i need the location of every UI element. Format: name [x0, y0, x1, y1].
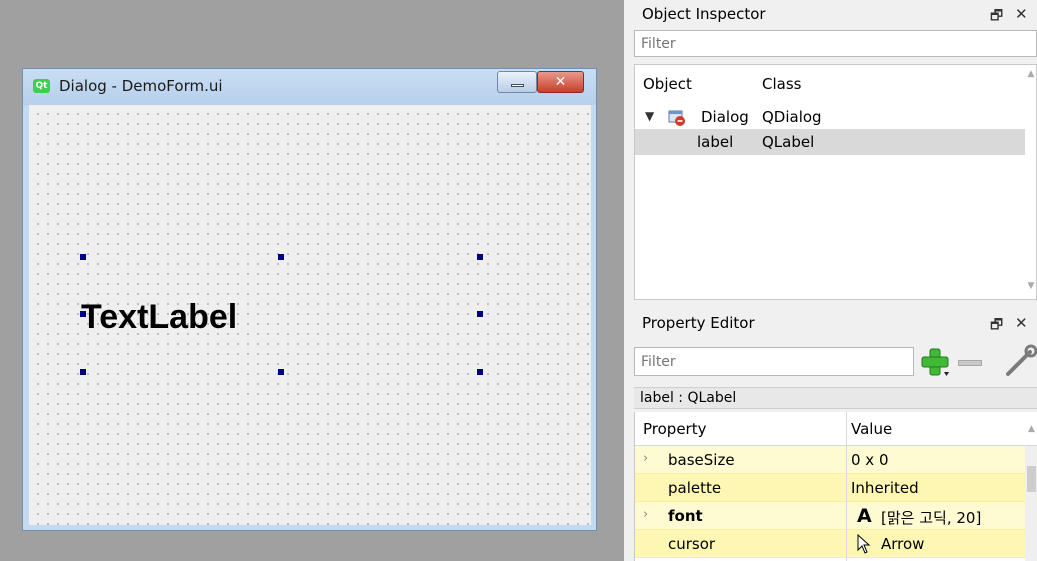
remove-property-icon[interactable]: [958, 360, 982, 366]
dialog-icon: [668, 110, 685, 126]
minimize-button[interactable]: [497, 71, 537, 93]
configure-icon[interactable]: [1004, 344, 1037, 378]
scroll-up-icon[interactable]: ▲: [1025, 424, 1037, 434]
dialog-titlebar[interactable]: Qt Dialog - DemoForm.ui ✕: [23, 69, 596, 105]
close-icon[interactable]: ✕: [1015, 5, 1028, 23]
chevron-right-icon[interactable]: ›: [643, 451, 648, 466]
resize-handle-left[interactable]: [80, 311, 86, 317]
scroll-down-icon[interactable]: ▼: [1025, 281, 1037, 291]
property-name: cursor: [668, 535, 716, 553]
close-icon[interactable]: ✕: [1015, 314, 1028, 332]
property-editor-object-name: label : QLabel: [634, 387, 1037, 409]
property-value[interactable]: [맑은 고딕, 20]: [881, 507, 981, 528]
tree-object-dialog[interactable]: Dialog: [701, 108, 749, 126]
property-value[interactable]: Inherited: [851, 479, 919, 497]
property-row-font[interactable]: › font A [맑은 고딕, 20]: [635, 502, 1025, 530]
resize-handle-bottom[interactable]: [278, 369, 284, 375]
chevron-right-icon[interactable]: ›: [643, 507, 648, 522]
resize-handle-top-right[interactable]: [477, 254, 483, 260]
close-button[interactable]: ✕: [537, 71, 584, 93]
tree-object-label: label: [697, 133, 734, 151]
float-icon[interactable]: 🗗: [990, 5, 1003, 29]
scroll-up-icon[interactable]: ▲: [1025, 69, 1037, 79]
resize-handle-right[interactable]: [477, 311, 483, 317]
property-filter-input[interactable]: [634, 347, 914, 376]
arrow-cursor-icon: [857, 534, 871, 554]
tree-class-label: QLabel: [762, 133, 815, 151]
property-table-header: Property Value: [635, 412, 1037, 446]
column-divider[interactable]: [846, 412, 847, 561]
font-icon: A: [857, 505, 872, 527]
add-property-icon[interactable]: [920, 347, 950, 377]
column-header-property[interactable]: Property: [643, 420, 706, 438]
resize-handle-bottom-left[interactable]: [80, 369, 86, 375]
object-inspector-filter-input[interactable]: [634, 30, 1037, 57]
object-inspector-title: Object Inspector: [642, 5, 766, 23]
right-dock-area: Object Inspector 🗗 ✕ Object Class ▼ Dial…: [624, 0, 1037, 561]
property-row-basesize[interactable]: › baseSize 0 x 0: [635, 446, 1025, 474]
chevron-down-icon[interactable]: ▼: [645, 109, 654, 123]
property-row-palette[interactable]: palette Inherited: [635, 474, 1025, 502]
property-value[interactable]: Arrow: [881, 535, 924, 553]
object-tree[interactable]: Object Class ▼ Dialog QDialog label QLab…: [634, 64, 1037, 300]
column-header-value[interactable]: Value: [851, 420, 892, 438]
column-header-class[interactable]: Class: [762, 75, 801, 93]
text-label-widget[interactable]: TextLabel: [81, 296, 237, 338]
property-table[interactable]: Property Value ▲ › baseSize 0 x 0 palett…: [634, 412, 1037, 561]
resize-handle-bottom-right[interactable]: [477, 369, 483, 375]
tree-row-label[interactable]: label QLabel: [635, 129, 1025, 155]
column-header-object[interactable]: Object: [643, 75, 692, 93]
property-name: font: [668, 507, 703, 525]
resize-handle-top-left[interactable]: [80, 254, 86, 260]
property-value[interactable]: 0 x 0: [851, 451, 889, 469]
tree-class-dialog[interactable]: QDialog: [762, 108, 822, 126]
resize-handle-top[interactable]: [278, 254, 284, 260]
property-row-cursor[interactable]: cursor Arrow: [635, 530, 1025, 558]
dialog-title: Dialog - DemoForm.ui: [59, 77, 223, 95]
float-icon[interactable]: 🗗: [990, 314, 1003, 338]
property-name: baseSize: [668, 451, 735, 469]
qt-logo-icon: Qt: [33, 79, 50, 93]
property-editor-title: Property Editor: [642, 314, 755, 332]
minimize-icon: [511, 84, 524, 87]
property-name: palette: [668, 479, 722, 497]
property-scrollbar[interactable]: [1025, 446, 1037, 561]
design-canvas[interactable]: Qt Dialog - DemoForm.ui ✕ TextLabel: [0, 0, 624, 561]
scroll-thumb[interactable]: [1027, 466, 1036, 492]
